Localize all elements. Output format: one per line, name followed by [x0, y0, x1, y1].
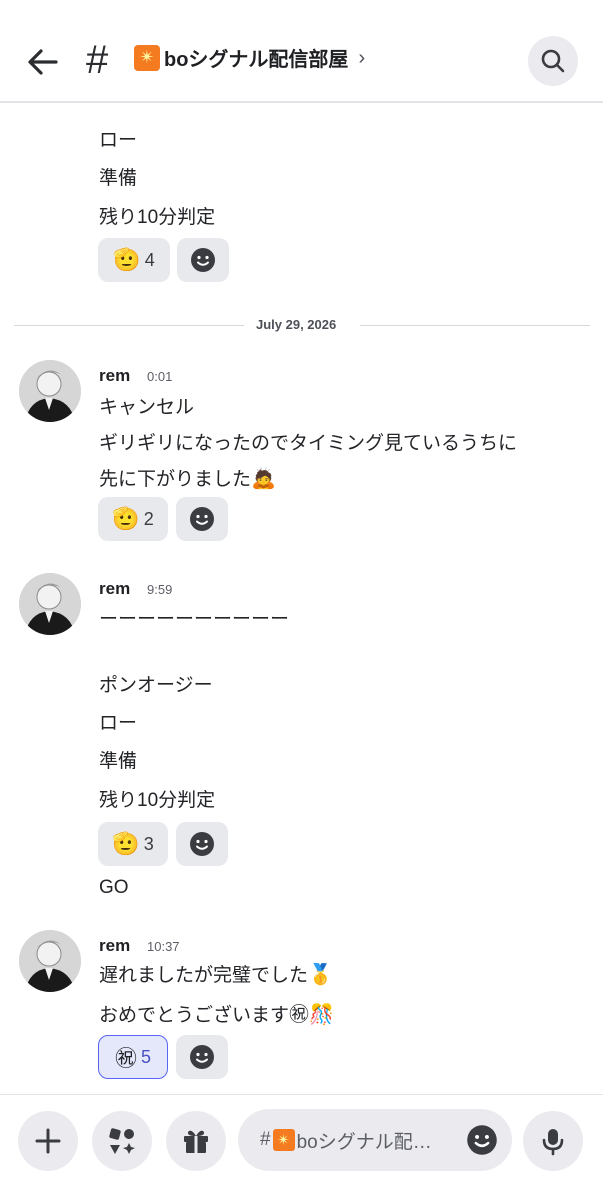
channel-title[interactable]: ✴ boシグナル配信部屋 › [134, 43, 365, 72]
gift-button[interactable] [166, 1111, 226, 1171]
celebration-emoji: ㊗🎊 [289, 1004, 334, 1026]
message-composer: # ✴ boシグナル配… [0, 1094, 603, 1201]
apps-button[interactable] [92, 1111, 152, 1171]
message-input[interactable]: # ✴ boシグナル配… [238, 1109, 512, 1171]
reaction-salute[interactable]: 🫡 3 [98, 822, 168, 866]
smiley-icon [190, 507, 214, 531]
message-line: 先に下がりました🙇 [99, 464, 276, 491]
reaction-count: 3 [143, 833, 154, 854]
plus-icon [35, 1128, 61, 1154]
smiley-icon [191, 248, 215, 272]
add-reaction-button[interactable] [177, 238, 229, 282]
message-line: ギリギリになったのでタイミング見ているうちに [99, 433, 518, 454]
channel-hash-icon: # [86, 38, 109, 82]
message-line: 残り10分判定 [99, 207, 216, 228]
bowing-emoji: 🙇 [251, 468, 276, 490]
add-reaction-button[interactable] [176, 497, 228, 541]
message-line: おめでとうございます㊗🎊 [99, 998, 334, 1027]
avatar[interactable] [19, 930, 81, 992]
timestamp: 0:01 [147, 369, 173, 384]
medal-emoji: 🥇 [308, 964, 333, 986]
message-line: ロー [99, 130, 138, 151]
author-name[interactable]: rem [99, 579, 130, 599]
voice-message-button[interactable] [523, 1111, 583, 1171]
congratulations-emoji: ㊗ [114, 1046, 137, 1071]
message-line: ーーーーーーーーーー [99, 609, 290, 630]
timestamp: 10:37 [147, 939, 180, 954]
sparkle-badge-icon: ✴ [272, 1129, 295, 1151]
timestamp: 9:59 [147, 582, 173, 597]
message-line: 遅れましたが完璧でした🥇 [99, 960, 333, 987]
date-divider: July 29, 2026 [256, 317, 337, 332]
chevron-right-icon: › [358, 47, 366, 69]
message-text: 遅れましたが完璧でした [99, 965, 309, 986]
input-placeholder: boシグナル配… [296, 1131, 432, 1153]
message-text: おめでとうございます [99, 1005, 290, 1026]
message-text: 先に下がりました [99, 469, 252, 490]
reaction-congratulations[interactable]: ㊗ 5 [98, 1035, 168, 1079]
reaction-count: 4 [144, 249, 155, 270]
search-icon [541, 49, 565, 73]
message-line: ポンオージー [99, 675, 213, 696]
message-line: 準備 [99, 168, 138, 189]
salute-emoji: 🫡 [112, 831, 140, 856]
salute-emoji: 🫡 [113, 247, 141, 272]
message-line: GO [99, 877, 129, 898]
search-button[interactable] [528, 36, 578, 86]
message-line: 残り10分判定 [99, 790, 216, 811]
date-divider-line [360, 325, 590, 326]
channel-name: boシグナル配信部屋 [164, 49, 349, 71]
add-attachment-button[interactable] [18, 1111, 78, 1171]
author-name[interactable]: rem [99, 936, 130, 956]
reaction-salute[interactable]: 🫡 2 [98, 497, 168, 541]
sparkle-badge-icon: ✴ [134, 44, 160, 71]
salute-emoji: 🫡 [112, 506, 140, 531]
date-divider-line [14, 325, 244, 326]
avatar-portrait-icon [19, 930, 81, 992]
reaction-count: 5 [141, 1046, 152, 1067]
smiley-icon [467, 1125, 497, 1155]
author-name[interactable]: rem [99, 366, 130, 386]
avatar[interactable] [19, 573, 81, 635]
back-button[interactable] [24, 44, 62, 80]
smiley-icon [190, 1045, 214, 1069]
reaction-count: 2 [143, 508, 154, 529]
avatar-portrait-icon [19, 360, 81, 422]
input-hash: # [260, 1129, 271, 1150]
avatar-portrait-icon [19, 573, 81, 635]
message-line: ロー [99, 713, 138, 734]
add-reaction-button[interactable] [176, 1035, 228, 1079]
arrow-left-icon [28, 49, 58, 75]
smiley-icon [190, 832, 214, 856]
gift-icon [184, 1130, 208, 1153]
message-line: 準備 [99, 751, 138, 772]
emoji-picker-button[interactable] [466, 1124, 498, 1162]
apps-icon [109, 1128, 135, 1154]
avatar[interactable] [19, 360, 81, 422]
microphone-icon [542, 1129, 564, 1156]
message-line: キャンセル [99, 397, 195, 418]
add-reaction-button[interactable] [176, 822, 228, 866]
reaction-salute[interactable]: 🫡 4 [98, 238, 170, 282]
channel-header: # ✴ boシグナル配信部屋 › [0, 0, 603, 103]
